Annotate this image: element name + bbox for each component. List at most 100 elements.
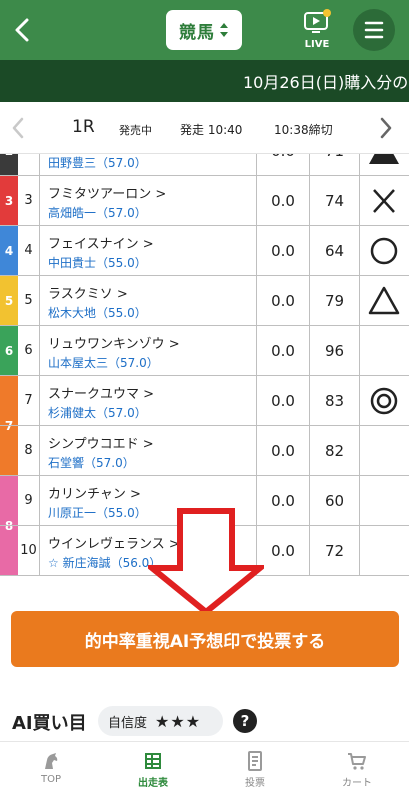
- nav-label-cart: カート: [342, 778, 372, 789]
- horse-name-link[interactable]: シンプウコエド >: [48, 433, 154, 452]
- double-circle-mark-icon: [366, 384, 402, 418]
- racecard-icon: [145, 753, 161, 769]
- chevron-right-icon: [380, 117, 392, 139]
- odds-value: 0.0: [256, 326, 310, 376]
- entry-row[interactable]: 4 フェイスナイン > 中田貴士（55.0） 0.0 64: [0, 226, 409, 276]
- announcement-ticker[interactable]: 10月26日(日)購入分の: [0, 60, 409, 102]
- race-start-time: 発走 10:40: [180, 123, 243, 137]
- chevron-left-icon: [15, 18, 29, 42]
- cart-icon: [348, 753, 366, 770]
- horse-name-link[interactable]: ラスクミソ >: [48, 283, 128, 302]
- sport-selector-label: 競馬: [179, 22, 215, 43]
- nav-item-racecard[interactable]: 出走表: [102, 742, 204, 802]
- rating-value: 60: [310, 476, 360, 526]
- horse-number: 7: [18, 376, 40, 426]
- odds-value: 0.0: [256, 376, 310, 426]
- odds-value: 0.0: [256, 526, 310, 576]
- jockey-name: 杉浦健太（57.0）: [48, 406, 147, 420]
- odds-value: 0.0: [256, 276, 310, 326]
- entry-row[interactable]: 7 スナークユウマ > 杉浦健太（57.0） 0.0 83: [0, 376, 409, 426]
- ai-vote-button[interactable]: 的中率重視AI予想印で投票する: [11, 611, 399, 667]
- entry-row[interactable]: 6 リュウワンキンゾウ > 山本屋太三（57.0） 0.0 96: [0, 326, 409, 376]
- odds-value: 0.0: [256, 226, 310, 276]
- chevron-left-icon: [12, 117, 24, 139]
- next-race-button[interactable]: [376, 116, 396, 144]
- nav-label-top: TOP: [40, 774, 61, 785]
- hamburger-icon: [364, 21, 384, 39]
- entry-row[interactable]: 3 フミタツアーロン > 高畑皓一（57.0） 0.0 74: [0, 176, 409, 226]
- entry-row[interactable]: 8 シンプウコエド > 石堂響（57.0） 0.0 82: [0, 426, 409, 476]
- rating-value: 83: [310, 376, 360, 426]
- confidence-label: 自信度: [108, 715, 148, 731]
- horse-number: 6: [18, 326, 40, 376]
- rating-value: 64: [310, 226, 360, 276]
- cross-mark-icon: [366, 184, 402, 218]
- circle-mark-icon: [366, 234, 402, 268]
- ai-picks-title: AI買い目: [12, 713, 87, 734]
- horse-number: 4: [18, 226, 40, 276]
- sport-selector[interactable]: 競馬: [166, 10, 242, 50]
- confidence-badge: 自信度 ★★★: [98, 706, 223, 736]
- app-header: 競馬 LIVE: [0, 0, 409, 60]
- mark-cell: [366, 534, 402, 568]
- filled-triangle-icon: [366, 154, 402, 168]
- sort-arrows-icon: [220, 23, 228, 37]
- horse-number: 8: [18, 426, 40, 476]
- nav-item-top[interactable]: TOP: [0, 742, 102, 802]
- race-cutoff-time: 10:38締切: [274, 123, 333, 137]
- nav-label-vote: 投票: [245, 778, 265, 789]
- jockey-name: 石堂響（57.0）: [48, 456, 135, 470]
- rating-value: 82: [310, 426, 360, 476]
- entry-row[interactable]: 5 ラスクミソ > 松木大地（55.0） 0.0 79: [0, 276, 409, 326]
- rating-value: 72: [310, 526, 360, 576]
- mark-cell: [366, 434, 402, 468]
- jockey-name: 高畑皓一（57.0）: [48, 206, 147, 220]
- horse-number: 10: [18, 526, 40, 576]
- odds-value: 0.0: [256, 426, 310, 476]
- rating-value: 96: [310, 326, 360, 376]
- down-arrow-icon: [148, 508, 264, 616]
- live-label: LIVE: [304, 39, 330, 50]
- nav-item-vote[interactable]: 投票: [204, 742, 306, 802]
- nav-item-cart[interactable]: カート: [306, 742, 408, 802]
- back-button[interactable]: [8, 14, 38, 46]
- entry-row[interactable]: 2 田野豊三（57.0） 0.071: [0, 154, 409, 176]
- mark-cell: [366, 484, 402, 518]
- horse-icon: [45, 753, 58, 769]
- help-icon[interactable]: ?: [233, 709, 257, 733]
- odds-value: 0.0: [256, 176, 310, 226]
- horse-number: 3: [18, 176, 40, 226]
- vote-ticket-icon: [248, 751, 262, 771]
- jockey-name: 中田貴士（55.0）: [48, 256, 147, 270]
- bottom-nav: TOP 出走表 投票 カート: [0, 741, 409, 802]
- jockey-name: 田野豊三（57.0）: [48, 156, 147, 170]
- race-selector-bar: 1R 発売中 発走 10:40 10:38締切: [0, 102, 409, 154]
- horse-name-link[interactable]: フミタツアーロン >: [48, 183, 166, 202]
- horse-name-link[interactable]: リュウワンキンゾウ >: [48, 333, 180, 352]
- odds-value: 0.0: [256, 476, 310, 526]
- horse-number: 2: [18, 154, 40, 176]
- live-button[interactable]: LIVE: [296, 8, 338, 52]
- nav-label-racecard: 出走表: [138, 778, 168, 789]
- race-number: 1R: [72, 117, 95, 137]
- prev-race-button[interactable]: [8, 116, 28, 144]
- jockey-name: ☆ 新庄海誠（56.0）: [48, 556, 162, 570]
- jockey-name: 松木大地（55.0）: [48, 306, 147, 320]
- menu-button[interactable]: [353, 9, 395, 51]
- horse-name-link[interactable]: フェイスナイン >: [48, 233, 154, 252]
- rating-value: 79: [310, 276, 360, 326]
- triangle-mark-icon: [366, 284, 402, 318]
- odds-value: 0.0: [256, 154, 310, 176]
- jockey-name: 山本屋太三（57.0）: [48, 356, 159, 370]
- race-sale-status: 発売中: [119, 124, 152, 137]
- ai-vote-button-label: 的中率重視AI予想印で投票する: [84, 631, 326, 652]
- rating-value: 74: [310, 176, 360, 226]
- ticker-text: 10月26日(日)購入分の: [243, 73, 409, 92]
- horse-name-link[interactable]: カリンチャン >: [48, 483, 141, 502]
- live-video-icon: [304, 9, 331, 33]
- rating-value: 71: [310, 154, 360, 176]
- horse-number: 9: [18, 476, 40, 526]
- horse-name-link[interactable]: スナークユウマ >: [48, 383, 154, 402]
- horse-number: 5: [18, 276, 40, 326]
- mark-cell: [366, 334, 402, 368]
